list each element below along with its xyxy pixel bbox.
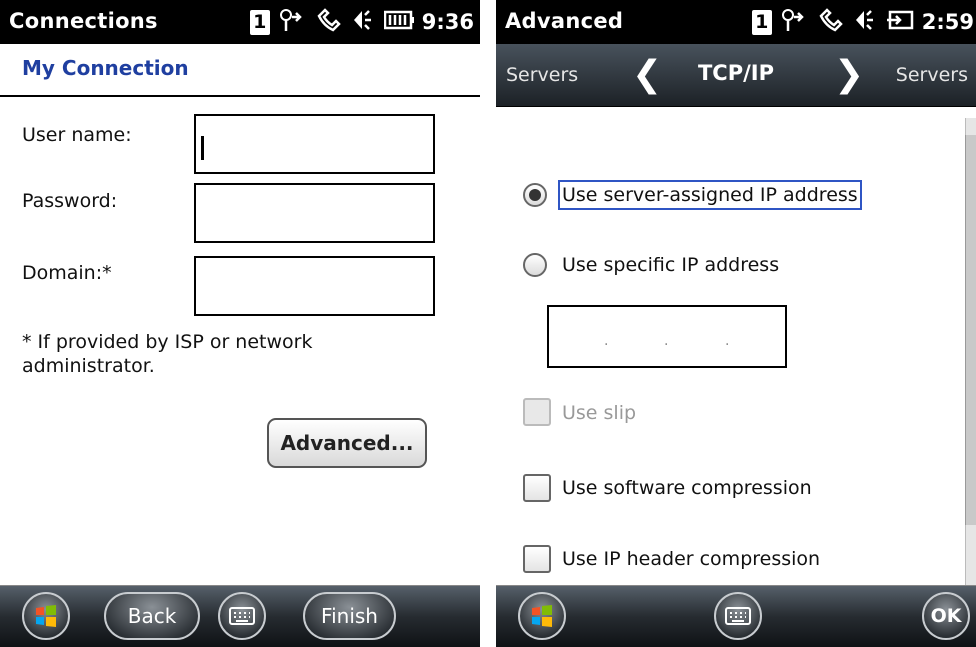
server-assigned-label[interactable]: Use server-assigned IP address [558,180,862,210]
use-slip-checkbox[interactable] [523,398,551,426]
battery-icon[interactable] [383,9,414,35]
advanced-screen: Advanced 1 2:59 Servers ❮ TCP/IP ❯ Serve… [496,0,976,647]
password-label: Password: [22,190,118,212]
status-icons: 1 2:59 [751,7,974,37]
volume-icon[interactable] [350,7,376,37]
use-slip-label: Use slip [562,402,637,424]
software-compression-label[interactable]: Use software compression [562,477,812,499]
windows-icon [33,603,59,628]
start-button[interactable] [22,592,70,640]
windows-icon [529,603,555,628]
domain-label: Domain:* [22,262,112,284]
back-button[interactable]: Back [104,592,200,640]
keyboard-button[interactable] [218,592,266,640]
ip-header-compression-checkbox[interactable] [523,545,551,573]
password-input[interactable] [194,183,435,243]
clock: 9:36 [421,10,474,34]
server-assigned-radio[interactable] [523,183,547,207]
keyboard-button[interactable] [714,592,762,640]
sim-icon: 1 [751,9,772,35]
app-title: Advanced [505,9,624,33]
text-caret [201,136,204,160]
ip-address-input[interactable]: . . . [547,305,787,368]
username-label: User name: [22,124,132,146]
page-title-text: My Connection [22,56,189,80]
status-bar: Advanced 1 2:59 [496,0,976,44]
bottom-bar: Back Finish [0,585,480,647]
specific-ip-label[interactable]: Use specific IP address [562,254,779,276]
app-title: Connections [9,9,158,33]
connections-screen: Connections 1 9:36 My Connection User na… [0,0,480,647]
phone-icon[interactable] [316,7,342,37]
keyboard-icon [725,603,751,628]
phone-icon[interactable] [818,7,844,37]
battery-charging-icon[interactable] [886,9,914,35]
tab-navigator: Servers ❮ TCP/IP ❯ Servers [496,44,976,107]
clock: 2:59 [921,10,974,34]
volume-icon[interactable] [852,7,878,37]
ok-button[interactable]: OK [922,592,970,640]
specific-ip-radio[interactable] [523,253,547,277]
domain-note: * If provided by ISP or network administ… [22,331,313,377]
advanced-button[interactable]: Advanced... [267,418,427,468]
signal-icon[interactable] [780,7,810,37]
status-icons: 1 9:36 [249,7,474,37]
signal-icon[interactable] [278,7,308,37]
keyboard-icon [229,603,255,628]
sim-icon: 1 [249,9,270,35]
chevron-right-icon[interactable]: ❯ [834,54,864,95]
page-title: My Connection [0,44,480,97]
finish-button[interactable]: Finish [303,592,396,640]
status-bar: Connections 1 9:36 [0,0,480,44]
scrollbar-thumb[interactable] [965,135,976,525]
domain-input[interactable] [194,256,435,316]
username-input[interactable] [194,114,435,174]
ip-header-compression-label[interactable]: Use IP header compression [562,548,820,570]
start-button[interactable] [518,592,566,640]
bottom-bar: OK [496,585,976,647]
tab-next-label[interactable]: Servers [896,64,968,86]
software-compression-checkbox[interactable] [523,474,551,502]
